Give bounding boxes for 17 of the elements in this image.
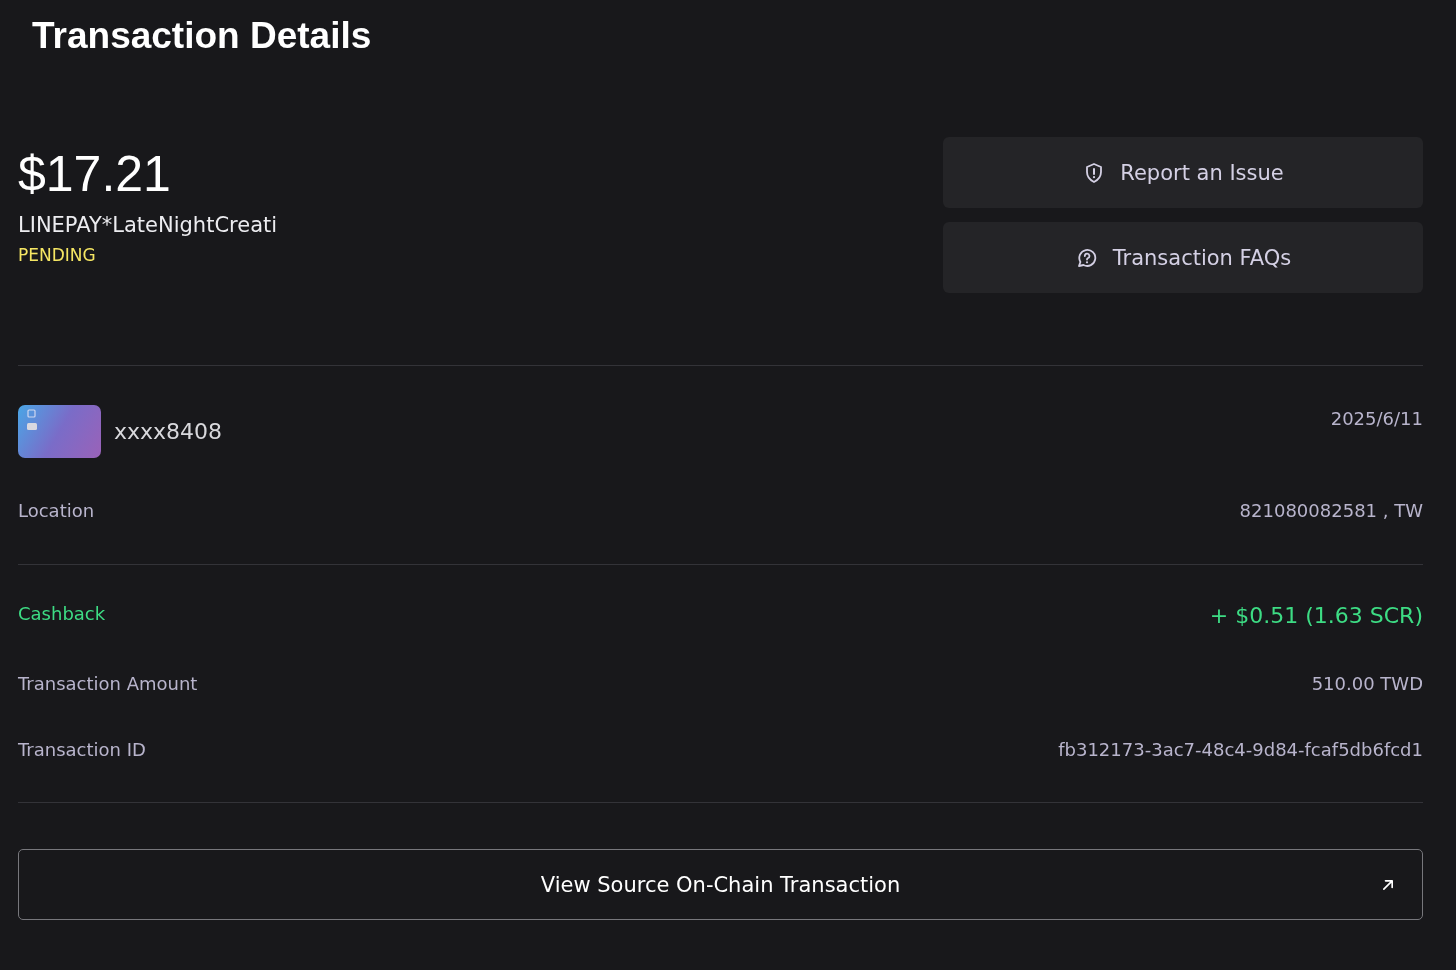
page-title: Transaction Details: [32, 14, 373, 58]
view-transaction-button[interactable]: View Source On-Chain Transaction: [18, 849, 1423, 920]
transaction-date: 2025/6/11: [1330, 408, 1423, 429]
detail-value: + $0.51 (1.63 SCR): [1209, 603, 1423, 628]
detail-value: 510.00 TWD: [1311, 673, 1423, 694]
detail-label: Transaction ID: [18, 739, 146, 760]
transaction-amount: $17.21: [18, 145, 172, 203]
detail-label: Location: [18, 500, 95, 521]
detail-value: fb312173-3ac7-48c4-9d84-fcaf5db6fcd1: [1058, 739, 1423, 760]
card-number: xxxx8408: [114, 419, 223, 444]
action-button[interactable]: Report an Issue: [943, 137, 1423, 208]
detail-label: Cashback: [18, 603, 106, 624]
status-label: PENDING: [18, 245, 97, 265]
detail-value: 821080082581 , TW: [1239, 500, 1423, 521]
action-button[interactable]: Transaction FAQs: [943, 222, 1423, 293]
detail-label: Transaction Amount: [18, 673, 198, 694]
merchant-name: LINEPAY*LateNightCreati: [18, 213, 278, 237]
